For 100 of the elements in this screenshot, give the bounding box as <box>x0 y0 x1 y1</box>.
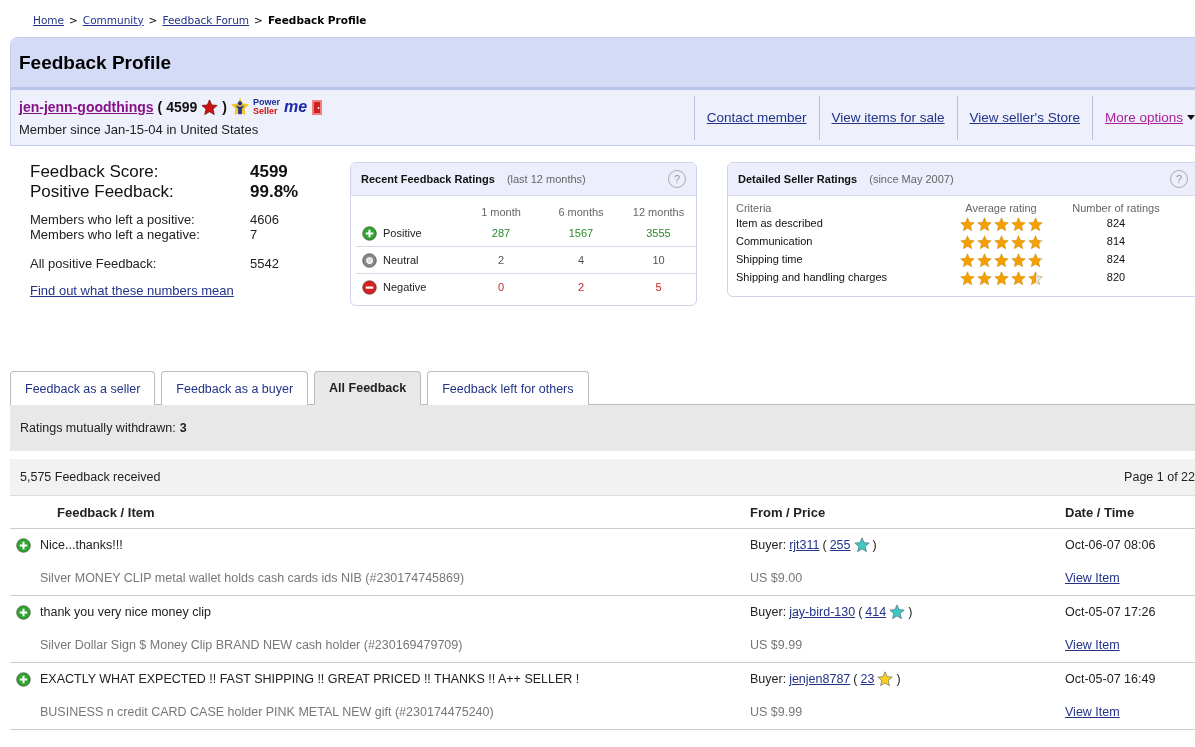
ratings-count: 820 <box>1105 271 1127 285</box>
member-since: Member since Jan-15-04 in United States <box>19 122 260 137</box>
star-icon <box>976 235 992 250</box>
member-action-link[interactable]: Contact member <box>693 95 819 140</box>
star-icon <box>1027 271 1043 286</box>
parenthesis: ( <box>858 605 863 619</box>
buyer-link[interactable]: jenjen8787 <box>789 672 851 686</box>
role-label: Buyer: <box>750 605 787 619</box>
star-icon <box>993 217 1009 232</box>
feedback-comment: Nice...thanks!!! <box>40 538 124 552</box>
feedback-score: 4599 <box>166 99 198 115</box>
star-icon <box>1027 253 1043 268</box>
item-price: US $9.99 <box>750 638 804 652</box>
star-icon <box>1010 217 1026 232</box>
buyer-score-link[interactable]: 23 <box>860 672 875 686</box>
column-header: Average rating <box>964 202 1038 214</box>
feedback-tab[interactable]: Feedback left for others <box>427 371 589 405</box>
star-icon <box>1010 271 1026 286</box>
positive-label: Positive Feedback: <box>30 182 175 202</box>
stat-label: Members who left a negative: <box>30 227 201 242</box>
column-header: From / Price <box>750 504 827 520</box>
column-header: 12 months <box>631 205 686 220</box>
rating-count: 287 <box>461 220 541 247</box>
feedback-total: 5,575 Feedback received <box>20 470 161 484</box>
buyer-score-link[interactable]: 414 <box>865 605 887 619</box>
panel-title: Detailed Seller Ratings <box>738 173 858 185</box>
parenthesis: ( <box>853 672 858 686</box>
role-label: Buyer: <box>750 672 787 686</box>
feedback-comment: EXACTLY WHAT EXPECTED !! FAST SHIPPING !! GREAT PRICED !! THANKS !! A++ SELLER ! <box>40 672 581 686</box>
breadcrumb-separator: > <box>148 13 158 26</box>
view-item-link[interactable]: View Item <box>1065 571 1195 585</box>
parenthesis: ) <box>908 605 913 619</box>
me-logo-text: me <box>284 98 308 116</box>
feedback-date: Oct-05-07 17:26 <box>1065 605 1157 619</box>
stat-value: 5542 <box>250 256 280 271</box>
rating-count: 3555 <box>621 220 696 247</box>
panel-note: (since May 2007) <box>869 173 955 185</box>
column-header: Feedback / Item <box>56 504 156 520</box>
score-label: Feedback Score: <box>30 162 160 182</box>
item-price: US $9.00 <box>750 571 804 585</box>
page-title: Feedback Profile <box>11 38 1195 90</box>
buyer-link[interactable]: rjt311 <box>789 538 820 552</box>
view-item-link[interactable]: View Item <box>1065 705 1195 719</box>
rating-type: Positive <box>383 227 422 239</box>
buyer-link[interactable]: jay-bird-130 <box>789 605 856 619</box>
breadcrumb-link[interactable]: Community <box>82 13 144 26</box>
caret-icon[interactable] <box>1187 114 1195 121</box>
ratings-count: 824 <box>1105 253 1127 267</box>
door-icon <box>311 98 324 116</box>
feedback-date: Oct-06-07 08:06 <box>1065 538 1157 552</box>
breadcrumb-separator: > <box>254 13 263 26</box>
column-header: Criteria <box>736 202 773 214</box>
plus-circle-icon <box>16 604 31 620</box>
breadcrumb-link[interactable]: Home <box>33 13 64 26</box>
criteria-label: Shipping and handling charges <box>736 271 889 285</box>
view-item-link[interactable]: View Item <box>1065 638 1195 652</box>
feedback-tab[interactable]: Feedback as a seller <box>10 371 156 405</box>
criteria-label: Shipping time <box>736 253 804 267</box>
help-link[interactable]: Find out what these numbers mean <box>30 283 320 298</box>
column-header: Date / Time <box>1065 504 1136 520</box>
stat-label: Members who left a positive: <box>30 212 196 227</box>
parenthesis: ) <box>896 672 901 686</box>
rating-count: 2 <box>461 247 541 274</box>
star-icon <box>1027 235 1043 250</box>
star-icon <box>959 217 975 232</box>
star-icon <box>959 271 975 286</box>
buyer-score-link[interactable]: 255 <box>829 538 851 552</box>
page-indicator: Page 1 of 22 <box>1124 470 1195 484</box>
item-title: BUSINESS n credit CARD CASE holder PINK METAL NEW gift (#230174475240) <box>40 705 495 719</box>
breadcrumb-link[interactable]: Feedback Forum <box>162 13 250 26</box>
criteria-label: Communication <box>736 235 814 249</box>
star-icon <box>993 253 1009 268</box>
rating-count: 2 <box>576 280 586 295</box>
neutral-circle-icon <box>362 252 377 268</box>
rating-count: 4 <box>541 247 621 274</box>
star-icon <box>976 253 992 268</box>
member-action-link[interactable]: View items for sale <box>818 95 957 140</box>
positive-value: 99.8% <box>250 182 300 202</box>
feedback-tab[interactable]: All Feedback <box>314 371 422 405</box>
member-action-link[interactable]: View seller's Store <box>956 95 1092 140</box>
criteria-label: Item as described <box>736 217 824 231</box>
member-name-link[interactable]: jen-jenn-goodthings <box>19 99 154 115</box>
column-header: 6 months <box>557 205 605 220</box>
withdrawn-label: Ratings mutually withdrawn: <box>20 421 176 435</box>
column-header: Number of ratings <box>1071 202 1161 214</box>
score-value: 4599 <box>250 162 289 182</box>
star-icon <box>1010 235 1026 250</box>
ratings-count: 824 <box>1105 217 1127 231</box>
star-icon <box>976 271 992 286</box>
rating-count: 1567 <box>541 220 621 247</box>
star-icon <box>1027 217 1043 232</box>
person-star-icon <box>231 98 250 116</box>
feedback-tab[interactable]: Feedback as a buyer <box>161 371 309 405</box>
parenthesis: ) <box>872 538 877 552</box>
breadcrumb-separator: > <box>69 13 78 26</box>
stat-value: 4606 <box>250 212 280 227</box>
star-icon <box>993 271 1009 286</box>
ratings-count: 814 <box>1105 235 1127 249</box>
star-icon <box>993 235 1009 250</box>
star-icon <box>1010 253 1026 268</box>
